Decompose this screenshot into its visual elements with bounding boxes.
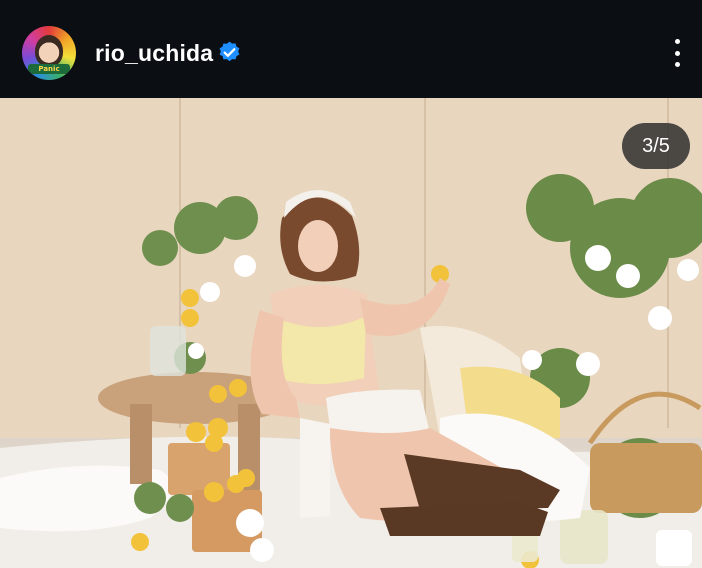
more-dot — [674, 50, 680, 56]
post-header: Panic rio_uchida — [0, 0, 702, 98]
post-photo[interactable] — [0, 98, 702, 568]
carousel-counter: 3/5 — [622, 123, 690, 169]
avatar-logo-text: Panic — [28, 64, 70, 74]
avatar-face — [35, 35, 63, 67]
more-options-button[interactable] — [664, 36, 690, 70]
username-link[interactable]: rio_uchida — [95, 40, 213, 67]
more-dot — [674, 62, 680, 67]
photo-illustration — [0, 98, 702, 568]
verified-badge-icon — [219, 41, 240, 62]
profile-avatar[interactable]: Panic — [22, 26, 76, 80]
more-dot — [674, 39, 680, 44]
